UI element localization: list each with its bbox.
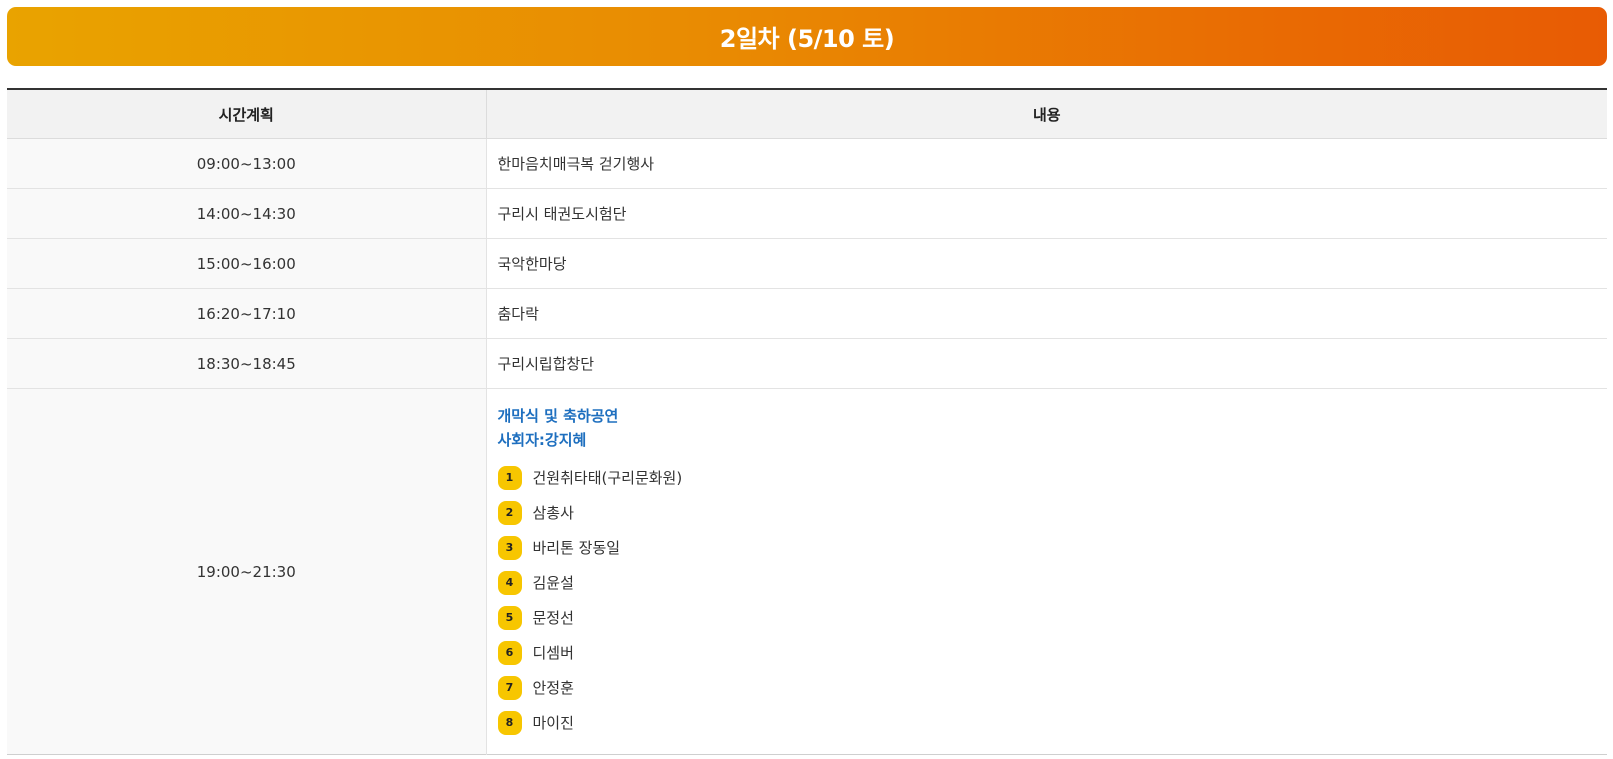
schedule-table: 시간계획 내용 09:00~13:00 한마음치매극복 걷기행사 14:00~1… bbox=[7, 88, 1607, 755]
performer-name: 삼총사 bbox=[532, 504, 574, 522]
event-title: 개막식 및 축하공연 bbox=[497, 407, 619, 425]
performer-name: 디셈버 bbox=[532, 644, 574, 662]
list-item: 6 디셈버 bbox=[497, 635, 1608, 670]
performer-name: 문정선 bbox=[532, 609, 574, 627]
day-banner: 2일차 (5/10 토) bbox=[7, 7, 1607, 66]
number-badge: 1 bbox=[497, 465, 522, 490]
table-row: 16:20~17:10 춤다락 bbox=[7, 288, 1607, 339]
time-cell: 16:20~17:10 bbox=[7, 288, 487, 339]
performer-name: 김윤설 bbox=[532, 574, 574, 592]
content-cell: 구리시 태권도시험단 bbox=[486, 188, 1607, 239]
table-header-row: 시간계획 내용 bbox=[7, 89, 1607, 139]
number-badge: 2 bbox=[497, 500, 522, 525]
list-item: 8 마이진 bbox=[497, 705, 1608, 740]
content-cell: 구리시립합창단 bbox=[486, 338, 1607, 389]
list-item: 7 안정훈 bbox=[497, 670, 1608, 705]
list-item: 4 김윤설 bbox=[497, 565, 1608, 600]
table-row: 18:30~18:45 구리시립합창단 bbox=[7, 338, 1607, 389]
number-badge: 8 bbox=[497, 710, 522, 735]
day-title: 2일차 (5/10 토) bbox=[719, 25, 895, 53]
performer-name: 건원취타태(구리문화원) bbox=[532, 469, 683, 487]
event-host: 사회자:강지혜 bbox=[497, 431, 587, 449]
time-cell: 19:00~21:30 bbox=[7, 388, 487, 755]
table-row: 09:00~13:00 한마음치매극복 걷기행사 bbox=[7, 138, 1607, 189]
time-column-header: 시간계획 bbox=[7, 89, 487, 139]
number-badge: 3 bbox=[497, 535, 522, 560]
performer-name: 바리톤 장동일 bbox=[532, 539, 621, 557]
list-item: 3 바리톤 장동일 bbox=[497, 530, 1608, 565]
content-cell: 국악한마당 bbox=[486, 238, 1607, 289]
main-event-cell: 개막식 및 축하공연 사회자:강지혜 1 건원취타태(구리문화원) 2 삼총사 bbox=[486, 388, 1608, 755]
number-badge: 4 bbox=[497, 570, 522, 595]
number-badge: 6 bbox=[497, 640, 522, 665]
time-cell: 18:30~18:45 bbox=[7, 338, 487, 389]
list-item: 2 삼총사 bbox=[497, 495, 1608, 530]
number-badge: 7 bbox=[497, 675, 522, 700]
time-cell: 14:00~14:30 bbox=[7, 188, 487, 239]
content-cell: 춤다락 bbox=[486, 288, 1607, 339]
list-item: 1 건원취타태(구리문화원) bbox=[497, 460, 1608, 495]
performer-name: 안정훈 bbox=[532, 679, 574, 697]
number-badge: 5 bbox=[497, 605, 522, 630]
performer-list: 1 건원취타태(구리문화원) 2 삼총사 3 바리톤 장동일 4 김윤설 5 문… bbox=[497, 460, 1608, 740]
time-cell: 09:00~13:00 bbox=[7, 138, 487, 189]
table-row: 14:00~14:30 구리시 태권도시험단 bbox=[7, 188, 1607, 239]
content-cell: 한마음치매극복 걷기행사 bbox=[486, 138, 1607, 189]
main-event-row: 19:00~21:30 개막식 및 축하공연 사회자:강지혜 1 건원취타태(구… bbox=[7, 388, 1608, 755]
list-item: 5 문정선 bbox=[497, 600, 1608, 635]
table-row: 15:00~16:00 국악한마당 bbox=[7, 238, 1607, 289]
performer-name: 마이진 bbox=[532, 714, 574, 732]
schedule-page: 2일차 (5/10 토) 시간계획 내용 09:00~13:00 한마음치매극복… bbox=[0, 0, 1613, 759]
event-block: 개막식 및 축하공연 사회자:강지혜 1 건원취타태(구리문화원) 2 삼총사 bbox=[497, 389, 1608, 754]
content-column-header: 내용 bbox=[486, 89, 1607, 139]
time-cell: 15:00~16:00 bbox=[7, 238, 487, 289]
